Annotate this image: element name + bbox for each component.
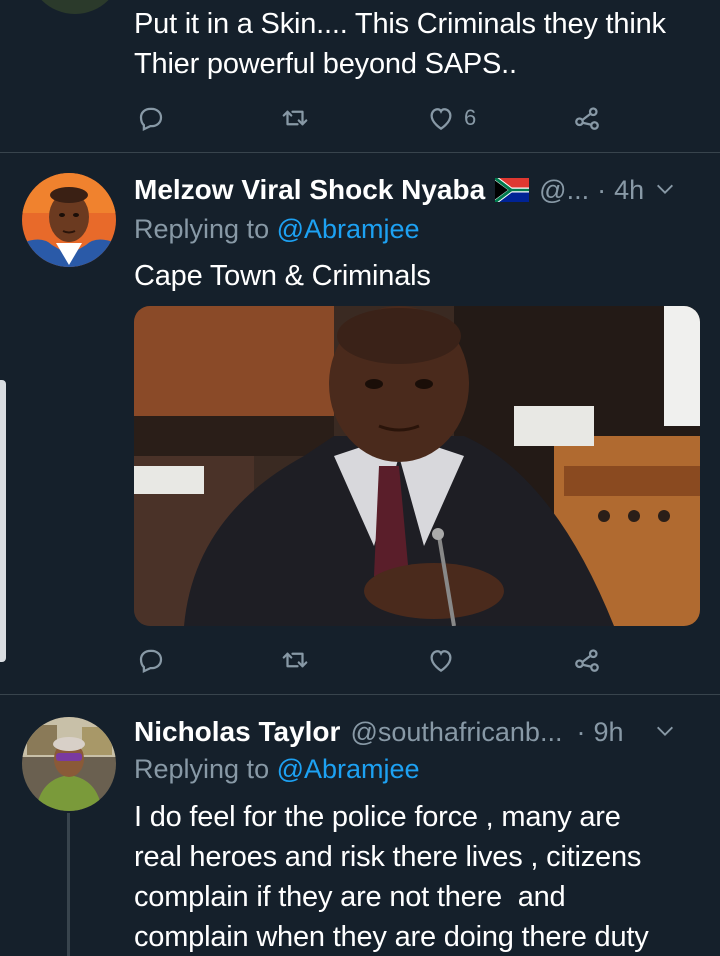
tweet-1-text: Put it in a Skin.... This Criminals they… (134, 4, 700, 84)
mention-link[interactable]: @Abramjee (277, 214, 420, 244)
timestamp[interactable]: 9h (593, 717, 623, 748)
retweet-button[interactable] (280, 640, 310, 680)
handle[interactable]: @... (539, 175, 589, 206)
thread-line (67, 813, 70, 956)
replying-to: Replying to @Abramjee (134, 214, 420, 245)
replying-to-label: Replying to (134, 214, 277, 244)
tweet-3-text: I do feel for the police force , many ar… (134, 797, 700, 956)
share-button[interactable] (572, 98, 602, 138)
reply-icon (139, 649, 163, 674)
share-button[interactable] (572, 640, 602, 680)
replying-to: Replying to @Abramjee (134, 754, 420, 785)
like-button[interactable]: 6 (426, 98, 476, 138)
retweet-icon (282, 110, 308, 126)
tweet-media-image[interactable] (134, 306, 700, 626)
tweet-1-line-1: Put it in a Skin.... This Criminals they… (134, 8, 666, 40)
tweet-1-line-2: Thier powerful beyond SAPS.. (134, 48, 517, 80)
share-icon (575, 649, 599, 672)
like-icon (430, 108, 452, 130)
south-africa-flag-icon (493, 176, 530, 204)
handle[interactable]: @southafricanb... (350, 717, 562, 748)
tweet-3-line-2: real heroes and risk there lives , citiz… (134, 841, 642, 873)
like-icon (430, 650, 452, 672)
chevron-down-icon[interactable] (654, 178, 676, 200)
display-name[interactable]: Nicholas Taylor (134, 716, 340, 748)
avatar[interactable] (22, 717, 116, 811)
tweet-3-line-1: I do feel for the police force , many ar… (134, 801, 621, 833)
tweet-1[interactable]: Put it in a Skin.... This Criminals they… (0, 0, 720, 152)
share-icon (575, 107, 599, 130)
tweet-2-text: Cape Town & Criminals (134, 256, 700, 296)
reply-icon (139, 107, 163, 132)
reply-button[interactable] (136, 640, 166, 680)
tweet-2-actions (134, 640, 614, 680)
tweet-1-actions: 6 (134, 98, 614, 138)
like-button[interactable] (426, 640, 456, 680)
tweet-3-header: Nicholas Taylor @southafricanb... · 9h (134, 712, 700, 752)
tweet-3-line-3: complain if they are not there and (134, 881, 566, 913)
chevron-down-icon[interactable] (654, 720, 676, 742)
tweet-2-header: Melzow Viral Shock Nyaba @... · 4h (134, 170, 700, 210)
scroll-indicator[interactable] (0, 380, 6, 662)
retweet-icon (282, 652, 308, 668)
replying-to-label: Replying to (134, 754, 277, 784)
like-count: 6 (464, 105, 477, 130)
tweet-3-line-4: complain when they are doing there duty (134, 921, 649, 953)
tweet-3[interactable]: Nicholas Taylor @southafricanb... · 9h R… (0, 695, 720, 956)
timestamp[interactable]: 4h (614, 175, 644, 206)
separator-dot: · (576, 716, 586, 747)
separator-dot: · (597, 174, 607, 205)
mention-link[interactable]: @Abramjee (277, 754, 420, 784)
display-name[interactable]: Melzow Viral Shock Nyaba (134, 174, 485, 206)
retweet-button[interactable] (280, 98, 310, 138)
tweet-2-line-1: Cape Town & Criminals (134, 260, 431, 292)
avatar[interactable] (22, 173, 116, 267)
reply-button[interactable] (136, 98, 166, 138)
